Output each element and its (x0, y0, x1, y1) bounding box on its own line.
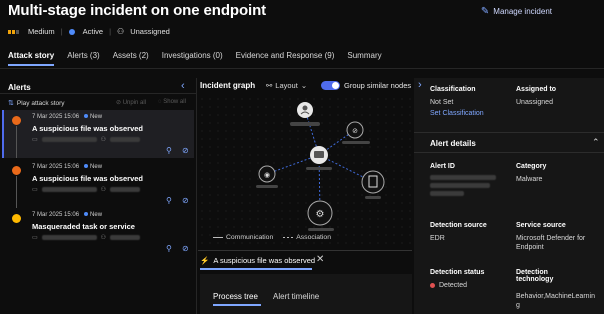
incident-meta: Medium | Active | ⚇ Unassigned (8, 27, 170, 36)
alert-date: 7 Mar 2025 15:06 (32, 212, 80, 218)
tab-investigations[interactable]: Investigations (0) (162, 51, 223, 60)
user-icon: ⚇ (117, 27, 125, 36)
device-icon: ▭ (32, 137, 38, 143)
group-similar-nodes-label: Group similar nodes (344, 81, 412, 90)
pin-icon[interactable]: ⚲ (166, 196, 172, 205)
svg-text:◉: ◉ (264, 171, 270, 179)
graph-legend: Communication Association (213, 234, 331, 241)
pencil-icon: ✎ (480, 6, 490, 17)
alert-id-label: Alert ID (430, 163, 455, 170)
file-node-icon (361, 170, 385, 194)
alert-entities: ▭ ⚇ (32, 234, 141, 241)
tab-assets[interactable]: Assets (2) (113, 51, 149, 60)
alert-date: 7 Mar 2025 15:06 (32, 164, 80, 170)
alert-entities: ▭ ⚇ (32, 136, 141, 143)
user-icon: ⚇ (100, 187, 107, 193)
alert-detail-tab-label: A suspicious file was observed (213, 256, 316, 265)
incident-graph-heading: Incident graph (200, 81, 256, 90)
unpin-all-button[interactable]: ⊘ Unpin all (116, 99, 146, 106)
manage-incident-label: Manage incident (493, 7, 552, 16)
assigned-to-value: Unassigned (516, 99, 553, 106)
hide-icon[interactable]: ⊘ (182, 146, 189, 155)
alert-title: A suspicious file was observed (32, 124, 144, 133)
incident-graph-svg: ⊘ ◉ ⚙ (256, 102, 385, 231)
show-all-button[interactable]: ◌ Show all (158, 99, 186, 105)
alert-id-value (430, 175, 496, 199)
user-icon: ⚇ (100, 235, 107, 241)
manage-incident-button[interactable]: ✎ Manage incident (481, 6, 552, 17)
status-dot-icon (430, 283, 435, 288)
svg-text:⚙: ⚙ (316, 209, 325, 220)
alert-date: 7 Mar 2025 15:06 (32, 114, 80, 120)
layout-icon: ⚯ (266, 81, 273, 90)
detection-source-label: Detection source (430, 222, 487, 229)
alert-entities: ▭ ⚇ (32, 186, 141, 193)
assignee-label: Unassigned (130, 27, 170, 36)
svg-text:⊘: ⊘ (352, 127, 358, 135)
chevron-up-icon[interactable]: ⌃ (592, 137, 600, 148)
alert-status: New (90, 212, 103, 218)
tab-alert-timeline[interactable]: Alert timeline (273, 292, 319, 301)
pin-icon[interactable]: ⚲ (166, 146, 172, 155)
device-icon: ▭ (32, 235, 38, 241)
severity-label: Medium (28, 27, 55, 36)
alert-icon: ⚡ (200, 256, 210, 265)
tab-summary[interactable]: Summary (347, 51, 381, 60)
tabs-divider (0, 68, 604, 69)
collapse-details-chevron-icon[interactable]: › (418, 79, 422, 91)
hide-icon[interactable]: ⊘ (182, 196, 189, 205)
close-icon[interactable]: ✕ (316, 254, 324, 265)
layout-label: Layout (275, 81, 298, 90)
classification-value: Not Set (430, 99, 454, 106)
detection-status-value: Detected (430, 281, 467, 290)
status-dot-icon (68, 28, 75, 35)
alert-severity-dot (12, 166, 21, 175)
severity-icon (8, 29, 19, 34)
alert-status: New (90, 164, 103, 170)
category-value: Malware (516, 176, 543, 183)
play-attack-story-button[interactable]: ⇅ Play attack story (8, 99, 65, 108)
status-label: Active (82, 27, 104, 36)
detection-technology-value: Behavior,MachineLearning (516, 293, 595, 309)
detection-technology-label: Detection technology (516, 269, 554, 283)
legend-communication: Communication (226, 234, 274, 241)
tab-process-tree[interactable]: Process tree (213, 292, 258, 301)
play-attack-story-label: Play attack story (16, 99, 65, 107)
chevron-down-icon: ⌄ (300, 81, 308, 90)
service-source-value: Microsoft Defender for Endpoint (516, 235, 586, 251)
hide-icon[interactable]: ⊘ (182, 244, 189, 253)
alert-item[interactable]: 7 Mar 2025 15:06 New A suspicious file w… (2, 160, 194, 208)
tab-evidence[interactable]: Evidence and Response (9) (236, 51, 335, 60)
detection-source-value: EDR (430, 235, 445, 242)
set-classification-link[interactable]: Set Classification (430, 110, 484, 117)
alert-title: A suspicious file was observed (32, 174, 144, 183)
classification-label: Classification (430, 86, 476, 93)
layout-dropdown[interactable]: ⚯ Layout ⌄ (266, 81, 307, 90)
legend-association: Association (296, 234, 331, 241)
group-similar-nodes-toggle[interactable] (321, 81, 340, 90)
alert-severity-dot (12, 214, 21, 223)
alert-severity-dot (12, 116, 21, 125)
alert-item[interactable]: 7 Mar 2025 15:06 New Masqueraded task or… (2, 208, 194, 256)
alert-status: New (90, 114, 103, 120)
tab-attack-story[interactable]: Attack story (8, 51, 54, 60)
alert-item[interactable]: 7 Mar 2025 15:06 New A suspicious file w… (2, 110, 194, 158)
collapse-alerts-chevron-icon[interactable]: ‹ (181, 80, 185, 92)
alert-title: Masqueraded task or service (32, 222, 135, 231)
device-icon: ▭ (32, 187, 38, 193)
play-icon: ⇅ (8, 100, 14, 107)
category-label: Category (516, 163, 547, 170)
service-source-label: Service source (516, 222, 566, 229)
tab-alerts[interactable]: Alerts (3) (67, 51, 99, 60)
alert-detail-tab[interactable]: ⚡ A suspicious file was observed (200, 256, 315, 265)
alert-details-heading[interactable]: Alert details (430, 139, 476, 148)
assigned-to-label: Assigned to (516, 86, 557, 93)
detection-status-label: Detection status (430, 269, 485, 276)
active-tab-indicator (8, 64, 54, 66)
user-icon: ⚇ (100, 137, 107, 143)
pin-icon[interactable]: ⚲ (166, 244, 172, 253)
incident-tabs: Attack story Alerts (3) Assets (2) Inves… (8, 51, 382, 60)
alerts-heading: Alerts (8, 83, 31, 92)
page-title: Multi-stage incident on one endpoint (8, 2, 267, 19)
